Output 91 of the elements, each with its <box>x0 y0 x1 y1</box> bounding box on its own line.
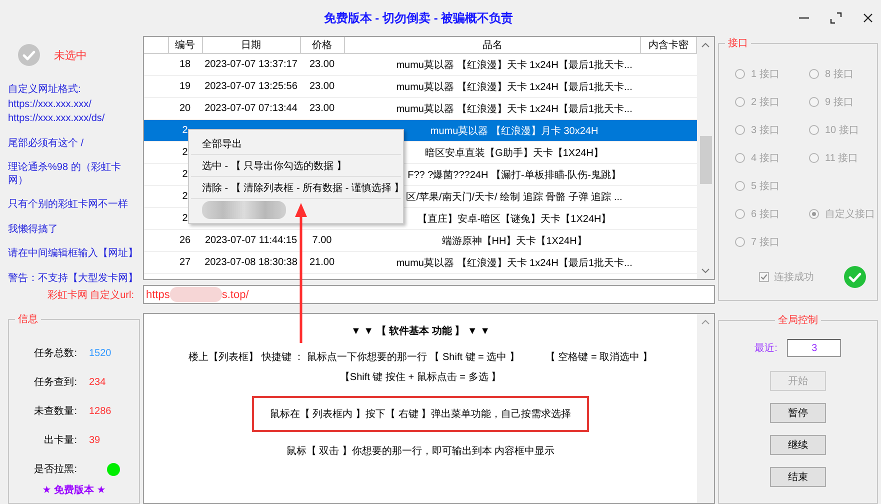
column-header[interactable]: 内含卡密 <box>640 37 697 54</box>
table-cell: 23.00 <box>309 59 335 70</box>
scroll-down-icon[interactable] <box>701 268 710 274</box>
note-text: 警告：不支持【大型发卡网】 <box>8 272 139 285</box>
table-cell: mumu莫以器 【红浪漫】天卡 1x24H【最后1批天卡... <box>396 82 632 92</box>
stat-value: 39 <box>89 434 102 446</box>
column-header[interactable]: 编号 <box>168 37 202 54</box>
note-text: 自定义网址格式: <box>8 84 82 96</box>
redaction-blur <box>170 287 222 302</box>
stat-label: 任务总数: <box>33 346 77 360</box>
stat-label: 出卡量: <box>43 434 77 447</box>
table-row[interactable]: 26 2023-07-07 11:44:15 7.00 端游原神【HH】天卡【1X24H】 <box>144 230 697 252</box>
group-title: 全局控制 <box>777 314 819 327</box>
stat-label: 任务查到: <box>33 376 77 389</box>
table-cell: 2023-07-07 11:44:15 <box>204 235 298 246</box>
table-cell: 【直庄】安卓-暗区【谜兔】天卡【1X24H】 <box>417 214 612 224</box>
stat-value: 1286 <box>89 406 112 416</box>
table-row[interactable]: 27 2023-07-08 18:30:38 21.00 mumu莫以器 【红浪漫】天卡 1x24H【最后1批天卡... <box>144 252 697 274</box>
recent-label: 最近: <box>754 342 778 355</box>
url-label: 彩虹卡网 自定义url: <box>47 288 134 302</box>
table-cell: 2023-07-07 13:37:17 <box>204 59 298 70</box>
scroll-up-icon[interactable] <box>701 319 710 325</box>
table-cell: 18 <box>179 59 191 70</box>
scrollbar[interactable] <box>697 314 714 503</box>
column-header[interactable]: 日期 <box>202 37 300 54</box>
maximize-icon[interactable] <box>829 11 843 25</box>
table-cell: mumu莫以器 【红浪漫】月卡 30x24H <box>430 126 598 136</box>
table-row[interactable]: 19 2023-07-07 13:25:56 23.00 mumu莫以器 【红浪漫】天卡 1x24H【最后1批天卡... <box>144 76 697 98</box>
help-text: 鼠标在【 列表框内 】按下【 右键 】弹出菜单功能，自己按需求选择 <box>270 409 572 420</box>
action-button[interactable]: 继续 <box>770 435 826 455</box>
group-title: 接口 <box>727 36 749 50</box>
selection-status: 未选中 <box>54 48 87 62</box>
table-cell: 2 <box>182 169 188 180</box>
menu-item[interactable]: 清除 - 【 清除列表框 - 所有数据 - 谨慎选择 】 <box>191 177 401 199</box>
note-text: 请在中间编辑框输入【网址】 <box>8 248 139 260</box>
table-cell: 2023-07-08 18:30:38 <box>204 257 298 268</box>
table-cell: 23.00 <box>309 81 335 92</box>
stat-value: 1520 <box>89 348 112 358</box>
table-cell: 区/苹果/南天门/天卡/ 绘制 追踪 骨骼 子弹 追踪 ... <box>406 192 622 202</box>
action-button[interactable]: 结束 <box>770 467 826 487</box>
recent-input[interactable]: 3 <box>787 339 842 357</box>
table-cell: 20 <box>179 103 191 114</box>
table-cell: 2 <box>182 125 188 136</box>
url-text: s.top/ <box>222 288 249 300</box>
help-text: 楼上【列表框】 快捷键 ： 鼠标点一下你想要的那一行 【 Shift 键 = 选中 】 <box>188 350 520 364</box>
table-cell: mumu莫以器 【红浪漫】天卡 1x24H【最后1批天卡... <box>396 258 632 268</box>
table-cell: mumu莫以器 【红浪漫】天卡 1x24H【最后1批天卡... <box>396 60 632 70</box>
stat-label: 是否拉黑: <box>33 463 77 476</box>
table-cell: 7.00 <box>312 235 332 246</box>
help-text: 鼠标【 双击 】你想要的那一行，即可输出到本 内容框中显示 <box>286 444 555 458</box>
table-row[interactable]: 18 2023-07-07 13:37:17 23.00 mumu莫以器 【红浪漫】天卡 1x24H【最后1批天卡... <box>144 54 697 76</box>
help-text: 【Shift 键 按住 + 鼠标点击 = 多选 】 <box>340 370 502 384</box>
table-cell: 23.00 <box>309 103 335 114</box>
window-title: 免费版本 - 切勿倒卖 - 被骗概不负责 <box>322 10 514 26</box>
note-text: 只有个别的彩虹卡网不一样 <box>8 199 129 212</box>
table-cell: 端游原神【HH】天卡【1X24H】 <box>442 236 587 246</box>
menu-item[interactable]: 全部导出 <box>191 133 401 155</box>
table-cell: 27 <box>179 257 191 268</box>
table-cell: mumu莫以器 【红浪漫】天卡 1x24H【最后1批天卡... <box>396 104 632 114</box>
close-icon[interactable] <box>861 11 875 25</box>
table-cell: 2 <box>182 213 188 224</box>
note-text: https://xxx.xxx.xxx/ <box>8 98 92 111</box>
column-header[interactable]: 价格 <box>300 37 344 54</box>
help-text: 【 空格键 = 取消选中 】 <box>545 350 652 364</box>
scrollbar-thumb[interactable] <box>700 136 712 184</box>
table-cell: 19 <box>179 81 191 92</box>
action-button[interactable]: 暂停 <box>770 403 826 423</box>
url-field[interactable]: https s.top/ <box>143 285 715 304</box>
table-cell: 2 <box>182 147 188 158</box>
menu-item[interactable]: 选中 - 【 只导出你勾选的数据 】 <box>191 155 401 177</box>
note-text: https://xxx.xxx.xxx/ds/ <box>8 113 106 126</box>
table-cell: 2023-07-07 07:13:44 <box>204 103 298 114</box>
stat-value: 234 <box>89 376 107 388</box>
note-text: 我懒得搞了 <box>8 224 59 236</box>
table-cell: 暗区安卓直装【G助手】天卡【1X24H】 <box>425 148 604 158</box>
group-title: 信息 <box>17 312 39 326</box>
help-heading: ▼ ▼ 【 软件基本 功能 】 ▼ ▼ <box>350 324 490 338</box>
scrollbar[interactable] <box>697 37 714 279</box>
table-cell: 21.00 <box>309 257 335 268</box>
table-cell: F?? ?爆菌???24H 【漏打-单板排瞄-队伤-鬼跳】 <box>408 170 621 180</box>
table-cell: 26 <box>179 235 191 246</box>
column-header[interactable]: 品名 <box>344 37 641 54</box>
version-label: ★ 免费版本 ★ <box>41 484 107 498</box>
table-cell: 2023-07-07 13:25:56 <box>204 81 298 92</box>
table-cell: 2 <box>182 191 188 202</box>
url-text: https <box>146 288 170 300</box>
scroll-up-icon[interactable] <box>701 42 710 48</box>
note-text: 尾部必须有这个 / <box>8 138 85 150</box>
note-text: 理论通杀%98 的（彩虹卡网） <box>8 162 122 187</box>
help-text-box[interactable]: ▼ ▼ 【 软件基本 功能 】 ▼ ▼ 楼上【列表框】 快捷键 ： 鼠标点一下你想要的那一行 【 Shift 键 = 选中 】 【 空格键 = 取消选中 】 【Shift 键 按住 + 鼠标点击 = 多选 】 鼠标在【 列表框内 】按下【 右键 】弹出菜单功能，自己按需求选择 鼠标【 双击 】你想要的那一行，即可输出到本 内容框中显示 <box>143 313 715 504</box>
stat-label: 未查数量: <box>33 404 77 418</box>
